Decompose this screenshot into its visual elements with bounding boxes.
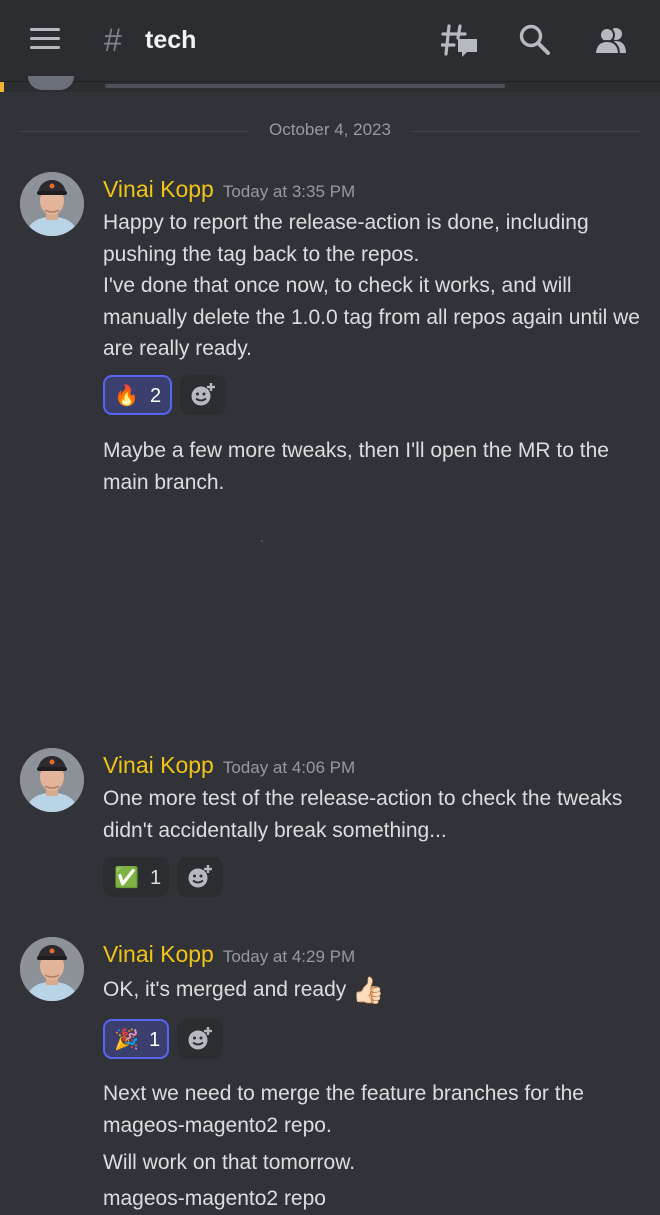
reaction-count: 1 xyxy=(150,867,162,889)
thumbs-up-icon: 👍🏻 xyxy=(352,975,385,1005)
threads-icon[interactable] xyxy=(441,22,479,60)
message-content: Maybe a few more tweaks, then I'll open … xyxy=(103,439,609,494)
message-timestamp: Today at 3:35 PM xyxy=(222,182,356,201)
message-paragraph: I've done that once now, to check it wor… xyxy=(103,274,640,360)
party-popper-icon: 🎉 xyxy=(114,1029,139,1051)
channel-hash-icon: # xyxy=(104,22,122,58)
message-content: One more test of the release-action to c… xyxy=(103,783,643,846)
fire-icon: 🔥 xyxy=(114,385,139,407)
avatar[interactable] xyxy=(20,937,84,1001)
message-paragraph: One more test of the release-action to c… xyxy=(103,787,623,842)
add-reaction-icon xyxy=(188,865,212,888)
author-name[interactable]: Vinai Kopp xyxy=(103,941,214,967)
date-divider-label: October 4, 2023 xyxy=(269,120,391,139)
add-reaction-icon xyxy=(188,1027,212,1050)
message-timestamp: Today at 4:29 PM xyxy=(222,947,356,966)
reaction-count: 1 xyxy=(149,1029,161,1051)
channel-name[interactable]: tech xyxy=(145,24,196,56)
previous-message-text xyxy=(105,84,505,88)
message-header: Vinai Kopp Today at 4:29 PM xyxy=(103,941,355,968)
reaction-fire[interactable]: 🔥 2 xyxy=(103,375,172,415)
menu-icon[interactable] xyxy=(30,28,60,50)
message-header: Vinai Kopp Today at 3:35 PM xyxy=(103,176,355,203)
add-reaction-button[interactable] xyxy=(177,1019,223,1059)
members-icon[interactable] xyxy=(592,22,630,60)
reaction-check[interactable]: ✅ 1 xyxy=(103,857,169,897)
add-reaction-button[interactable] xyxy=(180,375,226,415)
message-timestamp: Today at 4:06 PM xyxy=(222,758,356,777)
message-content: OK, it's merged and ready 👍🏻 xyxy=(103,974,643,1007)
avatar[interactable] xyxy=(20,748,84,812)
divider-dot xyxy=(261,540,263,542)
message-content: Next we need to merge the feature branch… xyxy=(103,1082,584,1137)
author-name[interactable]: Vinai Kopp xyxy=(103,176,214,202)
message-content: mageos-magento2 repo xyxy=(103,1187,326,1210)
message-paragraph: Happy to report the release-action is do… xyxy=(103,211,589,266)
author-name[interactable]: Vinai Kopp xyxy=(103,752,214,778)
message-content: Happy to report the release-action is do… xyxy=(103,207,643,365)
message-header: Vinai Kopp Today at 4:06 PM xyxy=(103,752,355,779)
check-mark-icon: ✅ xyxy=(114,867,139,889)
avatar xyxy=(28,76,74,90)
channel-header: # tech xyxy=(0,0,660,82)
search-icon[interactable] xyxy=(516,22,554,60)
message-paragraph: OK, it's merged and ready xyxy=(103,978,347,1001)
avatar[interactable] xyxy=(20,172,84,236)
add-reaction-button[interactable] xyxy=(177,857,223,897)
reaction-count: 2 xyxy=(150,385,162,407)
message-content: Will work on that tomorrow. xyxy=(103,1151,356,1174)
add-reaction-icon xyxy=(191,383,215,406)
date-divider: October 4, 2023 xyxy=(20,118,640,144)
reaction-party[interactable]: 🎉 1 xyxy=(103,1019,169,1059)
